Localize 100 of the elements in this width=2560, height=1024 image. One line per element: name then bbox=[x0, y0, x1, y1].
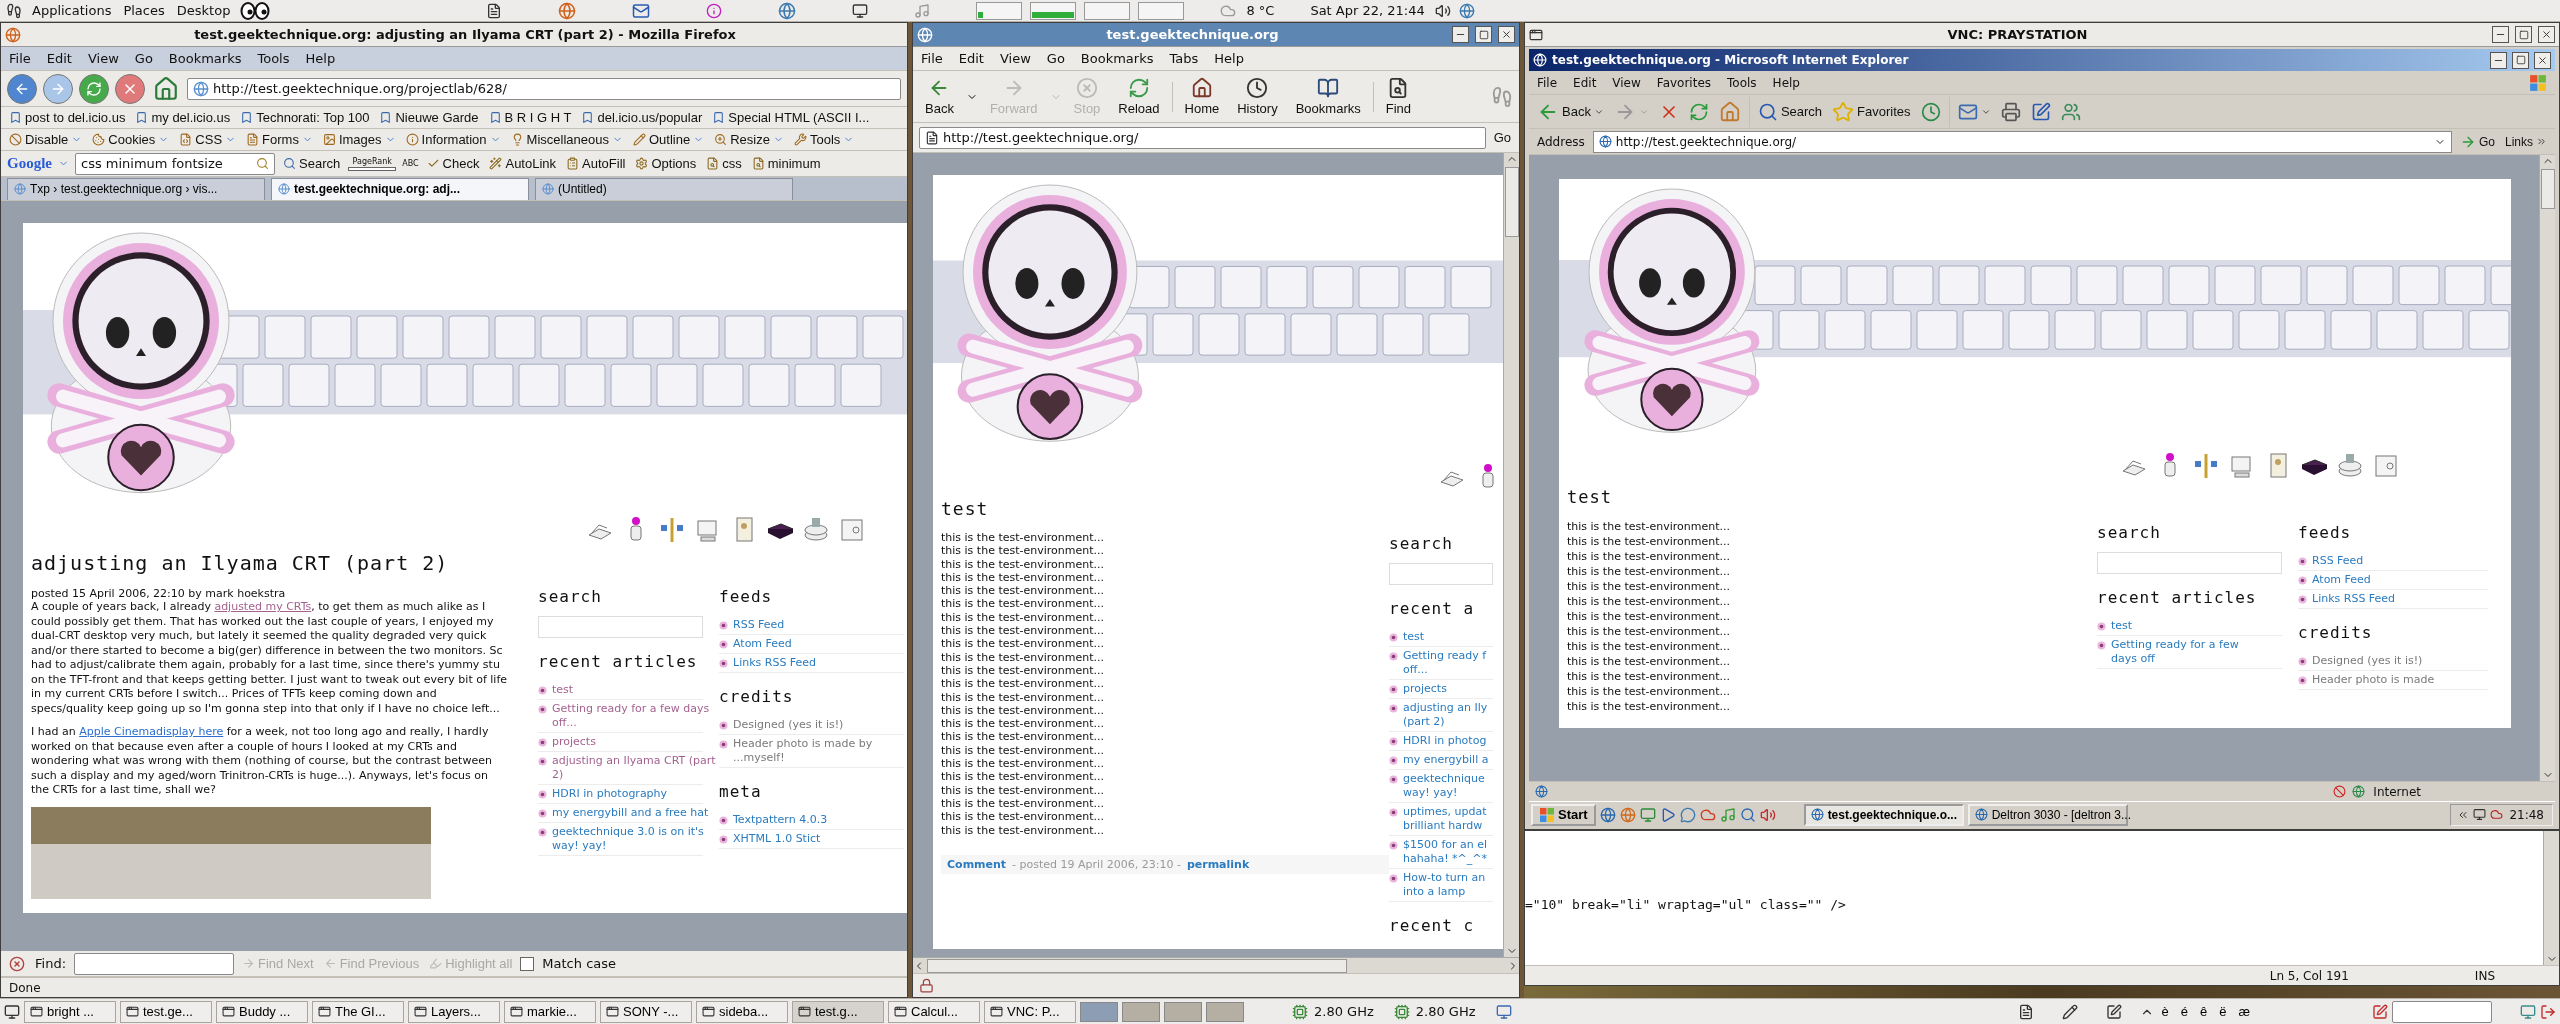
bookmark-item[interactable]: Nieuwe Garde bbox=[377, 110, 481, 125]
toolbar-menu-button[interactable]: Miscellaneous bbox=[508, 132, 625, 147]
sidebar-link[interactable]: test bbox=[2111, 619, 2133, 633]
taskbar-button[interactable]: markie... bbox=[504, 1000, 596, 1023]
menu-item[interactable]: Tools bbox=[1727, 75, 1757, 90]
sidebar-link[interactable]: RSS Feed bbox=[733, 618, 785, 632]
menu-item[interactable]: File bbox=[1537, 75, 1558, 90]
sidebar-link[interactable]: adjusting an Ilyama CRT (part 2) bbox=[552, 754, 716, 782]
menu-item[interactable]: Tools bbox=[257, 51, 290, 66]
sidebar-link[interactable]: test bbox=[1403, 630, 1425, 644]
toolbar-button[interactable]: Search bbox=[281, 156, 343, 171]
taskbar-button[interactable]: sideba... bbox=[696, 1000, 788, 1023]
toolbar-button[interactable]: minimum bbox=[749, 156, 823, 171]
bookmark-item[interactable]: del.icio.us/popular bbox=[579, 110, 705, 125]
menu-item[interactable]: Bookmarks bbox=[1080, 51, 1154, 66]
menu-item[interactable]: Edit bbox=[958, 51, 984, 66]
toolbar-menu-button[interactable]: CSS bbox=[177, 132, 239, 147]
menu-item[interactable]: File bbox=[9, 51, 31, 66]
toolbar-button[interactable]: css bbox=[704, 156, 744, 171]
sidebar-link[interactable]: $1500 for an el hahaha! *^_^* bbox=[1403, 838, 1488, 866]
toolbar-button[interactable]: AutoFill bbox=[564, 156, 628, 171]
taskbar-button[interactable]: bright ... bbox=[24, 1000, 116, 1023]
toolbar-menu-button[interactable]: Images bbox=[320, 132, 398, 147]
menu-item[interactable]: View bbox=[87, 51, 119, 66]
sidebar-link[interactable]: Links RSS Feed bbox=[733, 656, 817, 670]
sidebar-link[interactable]: Links RSS Feed bbox=[2312, 592, 2396, 606]
sidebar-link[interactable]: How-to turn an into a lamp bbox=[1403, 871, 1486, 899]
sidebar-link[interactable]: Atom Feed bbox=[733, 637, 792, 651]
taskbar-button[interactable]: Buddy ... bbox=[216, 1000, 308, 1023]
tab[interactable]: Txp › test.geektechnique.org › vis... bbox=[7, 177, 265, 200]
sidebar-link[interactable]: HDRI in photography bbox=[552, 787, 668, 801]
sidebar-link[interactable]: uptimes, updat brilliant hardw bbox=[1403, 805, 1487, 833]
tab[interactable]: (Untitled) bbox=[535, 177, 793, 200]
comment-link[interactable]: Comment bbox=[947, 857, 1007, 871]
toolbar-button[interactable]: Home bbox=[1178, 77, 1226, 116]
sidebar-link[interactable]: Getting ready f off... bbox=[1403, 649, 1487, 677]
bookmark-item[interactable]: Special HTML (ASCII I... bbox=[710, 110, 872, 125]
menu-item[interactable]: Go bbox=[134, 51, 153, 66]
google-search-field[interactable]: css minimum fontsize bbox=[75, 152, 275, 175]
permalink-link[interactable]: permalink bbox=[1186, 857, 1250, 871]
menu-item[interactable]: Help bbox=[305, 51, 336, 66]
sidebar-link[interactable]: XHTML 1.0 Stict bbox=[733, 832, 821, 846]
bookmark-item[interactable]: Technorati: Top 100 bbox=[238, 110, 372, 125]
menu-item[interactable]: Edit bbox=[1573, 75, 1597, 90]
toolbar-button[interactable]: Find bbox=[1379, 77, 1417, 116]
menu-item[interactable]: Help bbox=[1772, 75, 1800, 90]
taskbar-button[interactable]: test.g... bbox=[792, 1000, 884, 1023]
toolbar-menu-button[interactable]: Information bbox=[403, 132, 503, 147]
taskbar-button[interactable]: The GI... bbox=[312, 1000, 404, 1023]
address-field[interactable]: http://test.geektechnique.org/ bbox=[1592, 130, 2452, 153]
panel-menu[interactable]: Desktop bbox=[174, 3, 233, 18]
taskbar-button[interactable]: Calcul... bbox=[888, 1000, 980, 1023]
panel-menu[interactable]: Applications bbox=[30, 3, 114, 18]
sidebar-link[interactable]: geektechnique way! yay! bbox=[1403, 772, 1485, 800]
sidebar-link[interactable]: Getting ready for a few days off bbox=[2111, 638, 2239, 666]
toolbar-button[interactable]: Back bbox=[919, 77, 960, 116]
panel-menu[interactable]: Places bbox=[121, 3, 167, 18]
character-button[interactable]: æ bbox=[2234, 1004, 2254, 1019]
links-button[interactable]: Links bbox=[2503, 134, 2549, 149]
favorites-button[interactable]: Favorites bbox=[1830, 100, 1913, 123]
sidebar-link[interactable]: my energybill and a free hat bbox=[552, 806, 709, 820]
sidebar-link[interactable]: Getting ready for a few days off... bbox=[552, 702, 710, 730]
address-field[interactable]: http://test.geektechnique.org/ bbox=[919, 126, 1486, 149]
toolbar-button[interactable]: Check bbox=[424, 156, 482, 171]
taskbar-button[interactable]: VNC: P... bbox=[984, 1000, 1076, 1023]
toolbar-menu-button[interactable]: Outline bbox=[630, 132, 707, 147]
toolbar-button[interactable]: History bbox=[1231, 77, 1284, 116]
back-button[interactable]: Back bbox=[1535, 100, 1606, 123]
tab[interactable]: test.geektechnique.org: adj... bbox=[271, 177, 529, 200]
toolbar-menu-button[interactable]: Cookies bbox=[90, 132, 172, 147]
character-button[interactable]: ë bbox=[2215, 1004, 2231, 1019]
menu-item[interactable]: Go bbox=[1046, 51, 1065, 66]
sidebar-link[interactable]: Atom Feed bbox=[2312, 573, 2371, 587]
address-field[interactable]: http://test.geektechnique.org/projectlab/628/ bbox=[187, 77, 901, 100]
bookmark-item[interactable]: my del.icio.us bbox=[133, 110, 233, 125]
sidebar-link[interactable]: test bbox=[552, 683, 574, 697]
go-button[interactable]: Go bbox=[1491, 130, 1513, 145]
menu-item[interactable]: Help bbox=[1214, 51, 1244, 66]
toolbar-button[interactable]: Reload bbox=[1112, 77, 1166, 116]
sidebar-link[interactable]: geektechnique 3.0 is on it's way! yay! bbox=[552, 825, 704, 853]
sidebar-link[interactable]: projects bbox=[1403, 682, 1447, 696]
taskbar-button[interactable]: test.geektechnique.o... bbox=[1803, 803, 1964, 826]
toolbar-menu-button[interactable]: Disable bbox=[7, 132, 85, 147]
taskbar-button[interactable]: test.ge... bbox=[120, 1000, 212, 1023]
sidebar-link[interactable]: HDRI in photog bbox=[1403, 734, 1487, 748]
toolbar-button[interactable]: Bookmarks bbox=[1289, 77, 1367, 116]
toolbar-menu-button[interactable]: Resize bbox=[712, 132, 786, 147]
link[interactable]: Apple Cinemadisplay here bbox=[79, 725, 224, 738]
menu-item[interactable]: View bbox=[999, 51, 1031, 66]
character-button[interactable]: è bbox=[2157, 1004, 2173, 1019]
sidebar-link[interactable]: RSS Feed bbox=[2312, 554, 2364, 568]
sidebar-link[interactable]: my energybill a bbox=[1403, 753, 1489, 767]
bookmark-item[interactable]: post to del.icio.us bbox=[7, 110, 128, 125]
sidebar-link[interactable]: projects bbox=[552, 735, 596, 749]
sidebar-link[interactable]: Textpattern 4.0.3 bbox=[733, 813, 828, 827]
menu-item[interactable]: Bookmarks bbox=[168, 51, 242, 66]
menu-item[interactable]: File bbox=[921, 51, 943, 66]
search-button[interactable]: Search bbox=[1755, 101, 1825, 122]
toolbar-button[interactable]: Options bbox=[633, 156, 699, 171]
menu-item[interactable]: Favorites bbox=[1656, 75, 1712, 90]
